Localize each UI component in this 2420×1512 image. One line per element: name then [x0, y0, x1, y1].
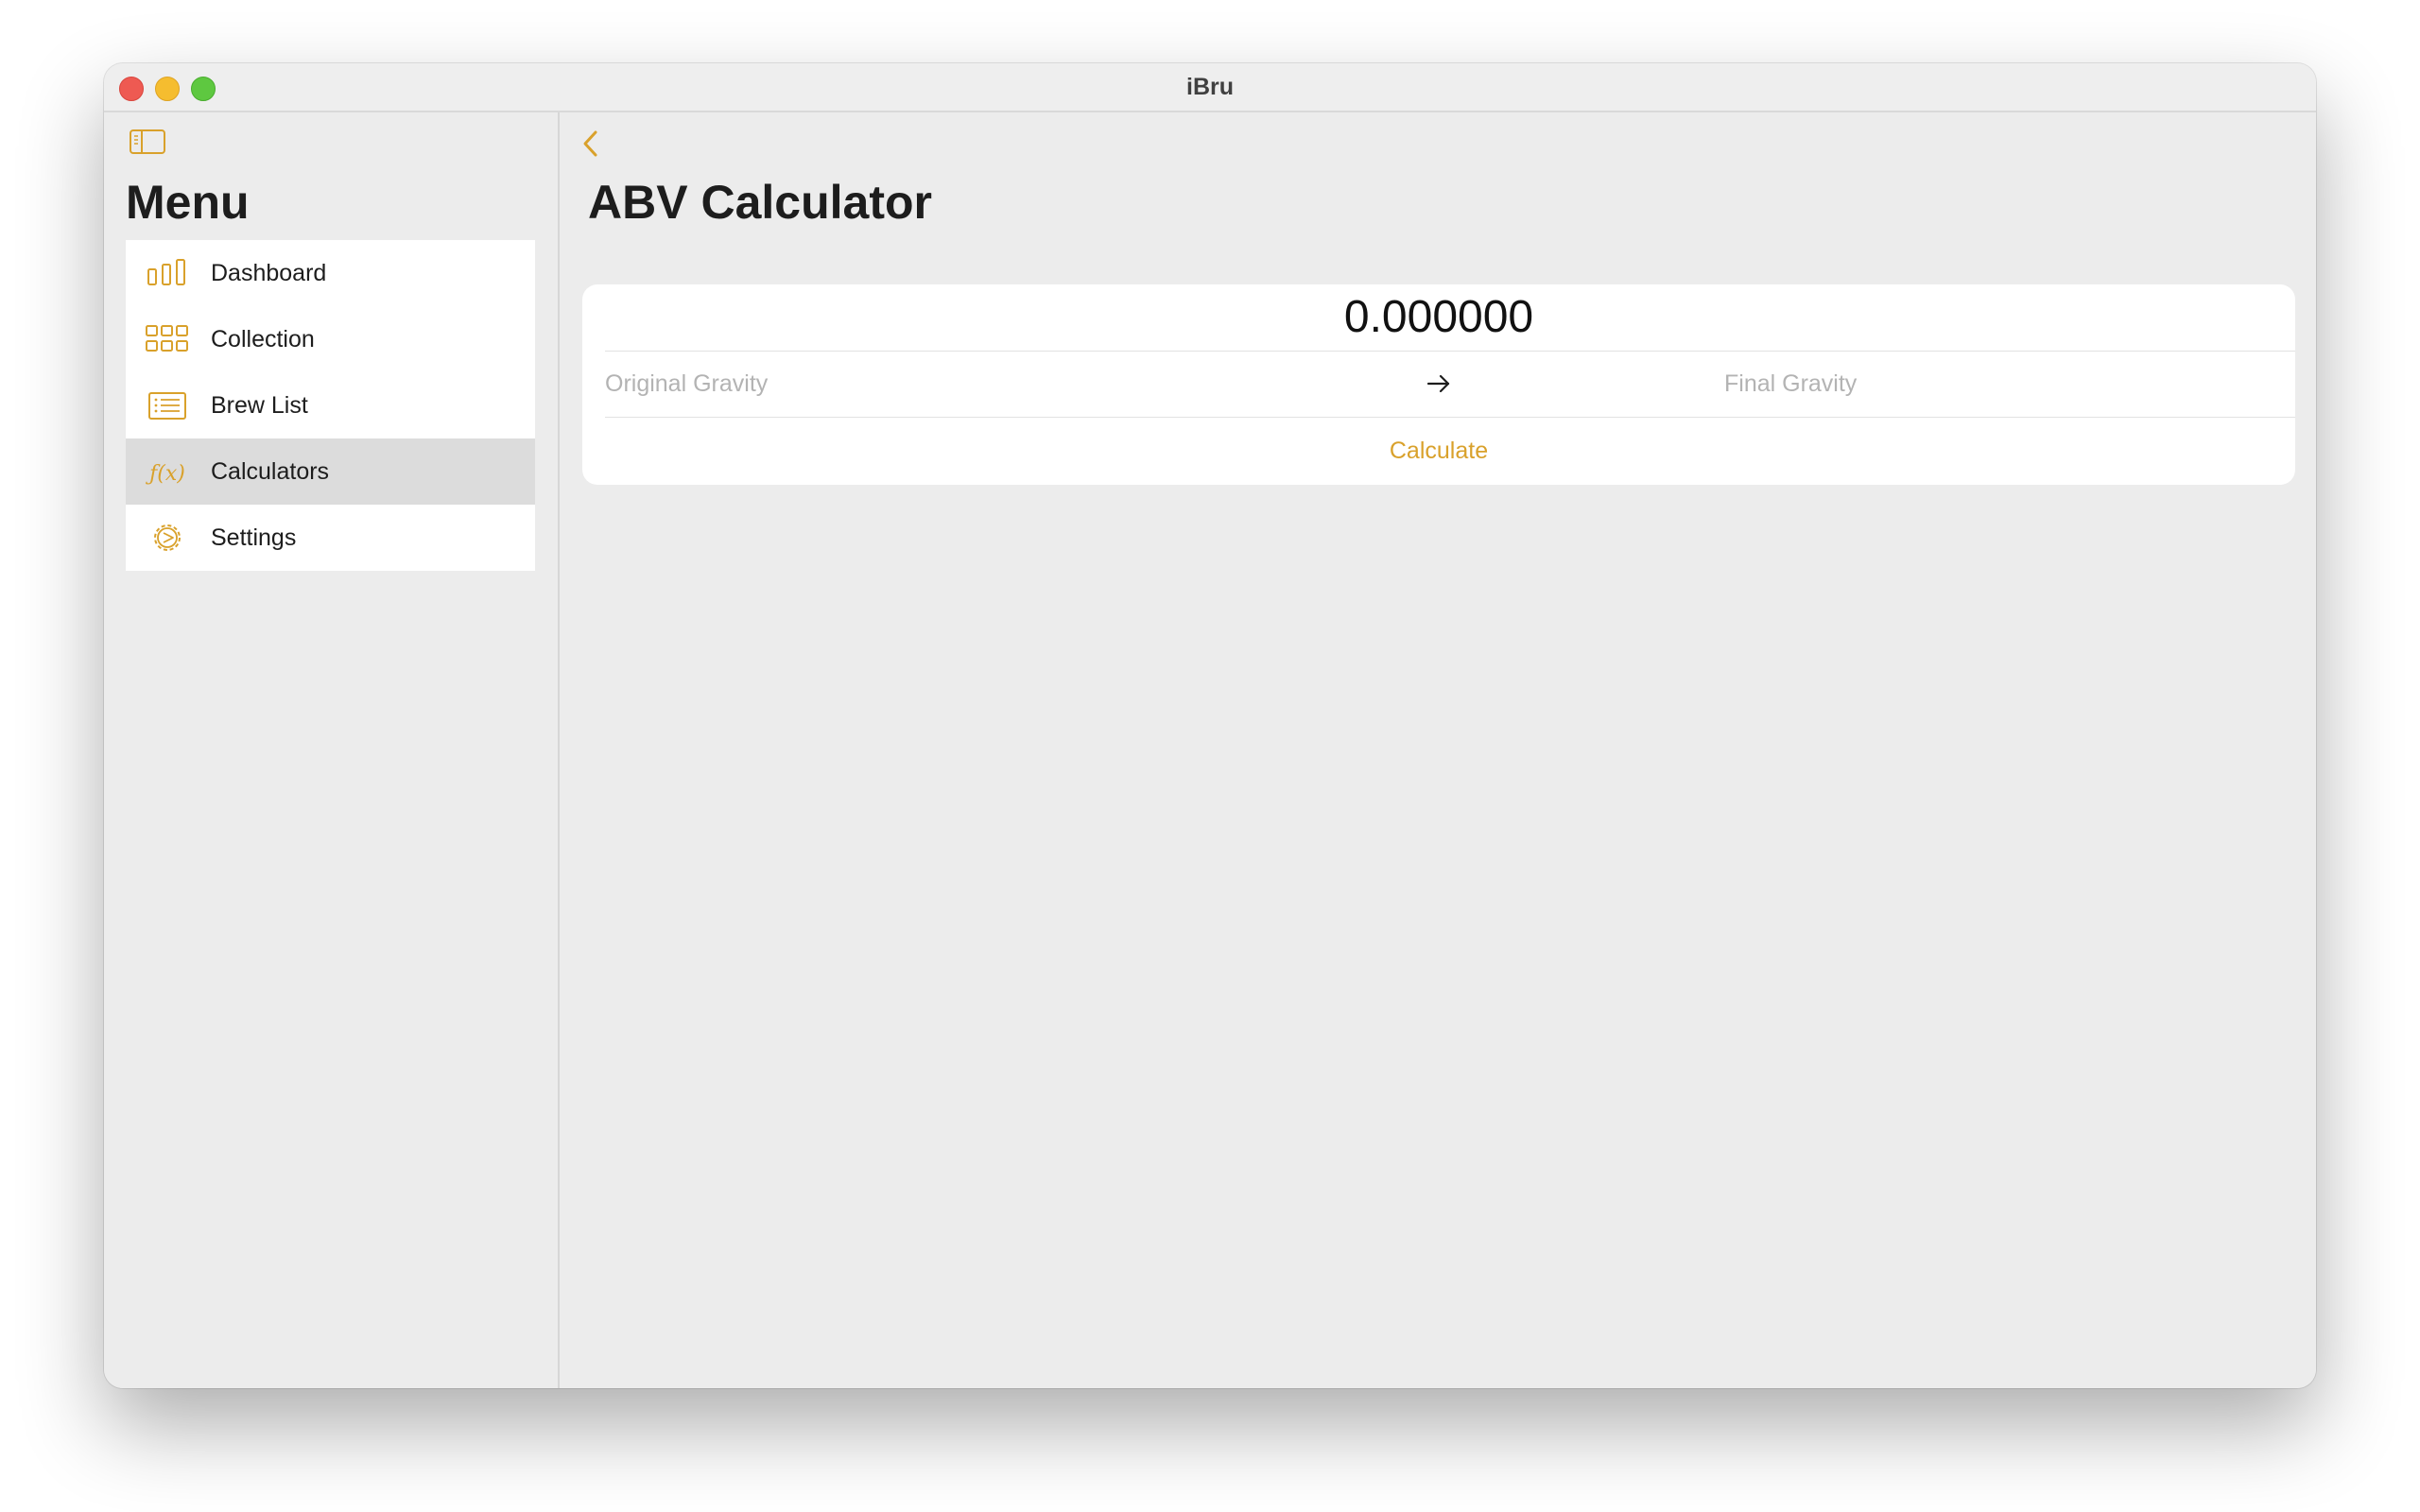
gear-icon [154, 524, 181, 551]
abv-calculator-card: 0.000000 Calculate [582, 284, 2295, 485]
menu-item-label: Calculators [211, 458, 330, 485]
grid-icon [146, 325, 188, 352]
menu-item-label: Brew List [211, 392, 308, 419]
menu-item-label: Settings [211, 524, 297, 551]
svg-text:ƒ(x): ƒ(x) [145, 462, 185, 486]
menu-item-dashboard[interactable]: Dashboard [126, 240, 535, 306]
back-chevron-icon[interactable] [577, 128, 605, 160]
menu-item-label: Dashboard [211, 260, 327, 286]
calculate-button[interactable]: Calculate [582, 418, 2295, 484]
window-title: iBru [1186, 74, 1234, 100]
menu-item-settings[interactable]: Settings [126, 505, 535, 571]
menu-item-brew-list[interactable]: Brew List [126, 372, 535, 438]
sidebar: Menu Dashboard Collection Brew List ƒ(x)… [104, 112, 560, 1388]
page-title: ABV Calculator [588, 176, 932, 229]
app-window: iBru Menu Dashboard Collection Brew List… [104, 63, 2316, 1388]
function-icon: ƒ(x) [145, 462, 185, 486]
arrow-right-icon [1426, 374, 1450, 393]
menu-list: Dashboard Collection Brew List ƒ(x) Calc… [126, 240, 535, 571]
sidebar-toggle-icon[interactable] [129, 128, 166, 156]
menu-item-calculators[interactable]: ƒ(x) Calculators [126, 438, 535, 505]
final-gravity-input[interactable] [1724, 352, 2273, 416]
menu-item-collection[interactable]: Collection [126, 306, 535, 372]
menu-item-label: Collection [211, 326, 315, 352]
bar-chart-icon [147, 259, 185, 285]
list-icon [148, 392, 186, 420]
menu-title: Menu [126, 176, 250, 229]
original-gravity-input[interactable] [605, 352, 1399, 416]
main-content: ABV Calculator 0.000000 Calculate [560, 112, 2316, 1388]
abv-result: 0.000000 [1343, 292, 1534, 342]
title-bar: iBru [104, 63, 2316, 112]
